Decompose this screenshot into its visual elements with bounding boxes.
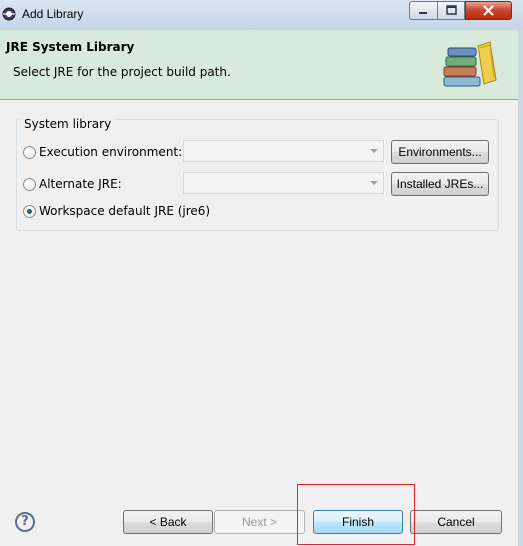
group-legend: System library bbox=[20, 117, 116, 131]
execution-environment-label: Execution environment: bbox=[39, 145, 183, 159]
help-icon[interactable]: ? bbox=[15, 512, 35, 532]
chevron-down-icon bbox=[370, 181, 378, 185]
execution-environment-radio[interactable] bbox=[23, 146, 36, 159]
workspace-default-jre-label: Workspace default JRE (jre6) bbox=[39, 204, 211, 218]
maximize-icon bbox=[446, 5, 457, 15]
back-button[interactable]: < Back bbox=[123, 510, 213, 534]
execution-environment-combo[interactable] bbox=[183, 140, 384, 162]
chevron-down-icon bbox=[370, 149, 378, 153]
eclipse-app-icon bbox=[2, 7, 16, 21]
title-bar[interactable]: Add Library bbox=[0, 0, 523, 30]
page-title: JRE System Library bbox=[6, 40, 135, 54]
finish-highlight-box bbox=[297, 484, 415, 545]
alternate-jre-combo[interactable] bbox=[183, 172, 384, 194]
minimize-icon bbox=[419, 12, 427, 14]
content-area: System library Execution environment: En… bbox=[0, 100, 523, 490]
alternate-jre-label: Alternate JRE: bbox=[39, 177, 122, 191]
alternate-jre-radio[interactable] bbox=[23, 178, 36, 191]
wizard-header: JRE System Library Select JRE for the pr… bbox=[0, 30, 523, 100]
installed-jres-button[interactable]: Installed JREs... bbox=[391, 172, 489, 196]
add-library-dialog: Add Library JRE System Library Select JR… bbox=[0, 0, 523, 546]
next-button[interactable]: Next > bbox=[214, 510, 305, 534]
button-bar: ? < Back Next > Finish Cancel bbox=[0, 490, 523, 546]
workspace-default-jre-radio[interactable] bbox=[23, 205, 36, 218]
radio-selected-dot bbox=[27, 209, 32, 214]
window-title: Add Library bbox=[22, 7, 84, 21]
close-icon bbox=[483, 5, 494, 16]
cancel-button[interactable]: Cancel bbox=[410, 510, 502, 534]
minimize-button[interactable] bbox=[409, 1, 437, 20]
close-button[interactable] bbox=[465, 1, 512, 20]
maximize-button[interactable] bbox=[437, 1, 465, 20]
environments-button[interactable]: Environments... bbox=[391, 140, 489, 164]
library-books-icon bbox=[443, 41, 497, 87]
window-right-border bbox=[518, 30, 523, 546]
page-description: Select JRE for the project build path. bbox=[13, 65, 231, 79]
